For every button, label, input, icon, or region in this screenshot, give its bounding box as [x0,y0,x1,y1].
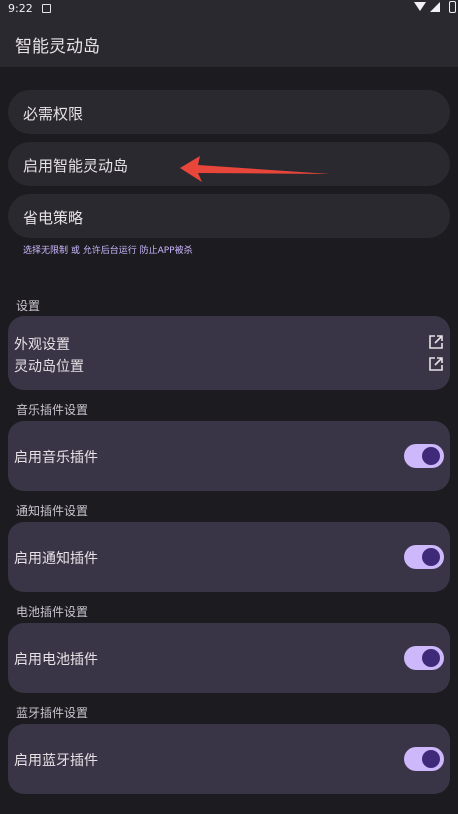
app-title: 智能灵动岛 [15,37,100,57]
bluetooth-plugin-section-title: 蓝牙插件设置 [16,706,89,720]
switch-thumb [422,548,440,566]
open-in-new-icon[interactable] [428,356,444,372]
switch-thumb [422,649,440,667]
bluetooth-plugin-card: 启用蓝牙插件 [8,724,450,794]
settings-card: 外观设置 灵动岛位置 [8,316,450,390]
open-in-new-icon[interactable] [428,334,444,350]
switch-thumb [422,750,440,768]
notification-plugin-section-title: 通知插件设置 [16,504,89,518]
battery-plugin-card: 启用电池插件 [8,623,450,693]
enable-battery-plugin-label: 启用电池插件 [14,652,98,668]
status-bar: 9:22 [0,0,458,18]
battery-icon [449,1,456,13]
music-plugin-toggle[interactable] [404,444,444,468]
enable-dynamic-island-label: 启用智能灵动岛 [23,157,129,175]
power-saving-hint: 选择无限制 或 允许后台运行 防止APP被杀 [23,246,193,256]
switch-thumb [422,447,440,465]
island-position-item[interactable]: 灵动岛位置 [14,356,84,376]
required-permissions-button[interactable]: 必需权限 [8,90,450,134]
enable-music-plugin-label: 启用音乐插件 [14,450,98,466]
required-permissions-label: 必需权限 [23,105,84,123]
wifi-icon [414,2,426,11]
power-saving-policy-button[interactable]: 省电策略 [8,194,450,238]
signal-icon [430,2,440,12]
power-saving-policy-label: 省电策略 [23,209,84,227]
battery-plugin-toggle[interactable] [404,646,444,670]
enable-notification-plugin-label: 启用通知插件 [14,551,98,567]
bluetooth-plugin-toggle[interactable] [404,747,444,771]
status-time: 9:22 [8,2,33,15]
appearance-settings-item[interactable]: 外观设置 [14,334,70,354]
app-notification-icon [42,4,51,13]
settings-section-title: 设置 [16,299,41,313]
red-arrow-annotation [180,156,330,182]
notification-plugin-toggle[interactable] [404,545,444,569]
enable-bluetooth-plugin-label: 启用蓝牙插件 [14,753,98,769]
battery-plugin-section-title: 电池插件设置 [16,605,89,619]
notification-plugin-card: 启用通知插件 [8,522,450,592]
music-plugin-card: 启用音乐插件 [8,421,450,491]
app-bar: 智能灵动岛 [0,18,458,67]
music-plugin-section-title: 音乐插件设置 [16,403,89,417]
